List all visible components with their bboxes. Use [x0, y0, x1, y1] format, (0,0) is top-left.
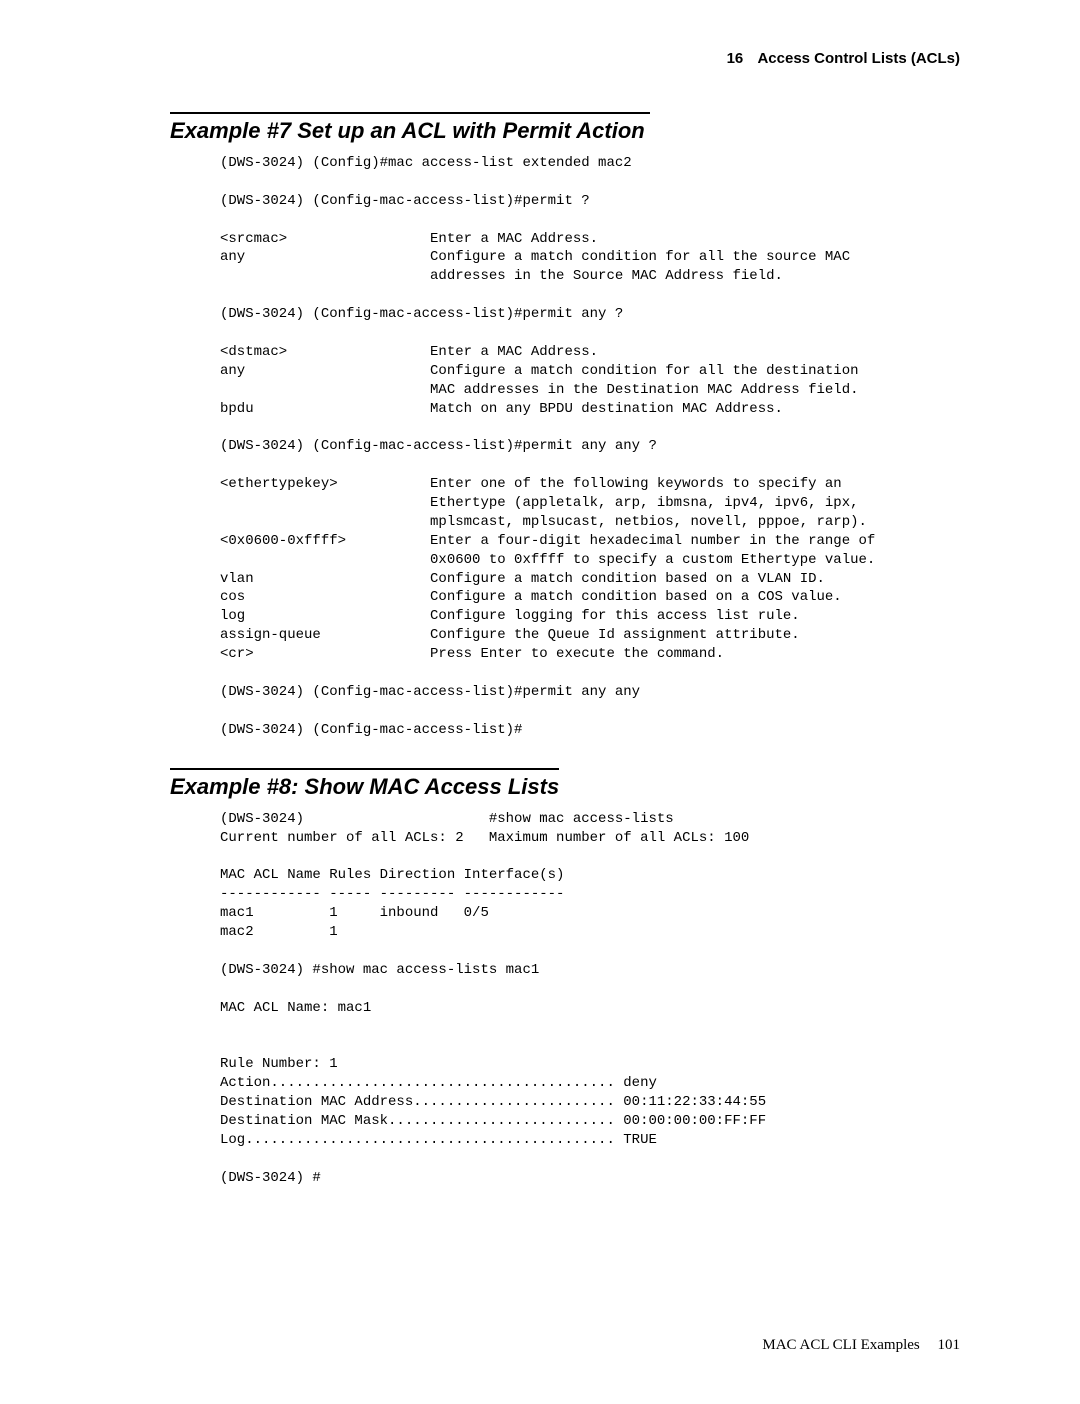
section-7-title: Example #7 Set up an ACL with Permit Act…: [170, 112, 650, 144]
page-footer: MAC ACL CLI Examples 101: [170, 1337, 960, 1354]
section-8-title: Example #8: Show MAC Access Lists: [170, 768, 559, 800]
chapter-number: 16: [727, 50, 744, 67]
section-8-cli-output: (DWS-3024) #show mac access-lists Curren…: [170, 810, 960, 1188]
chapter-title: Access Control Lists (ACLs): [757, 50, 960, 67]
page-body: 16 Access Control Lists (ACLs) Example #…: [0, 0, 1080, 1404]
section-7-cli-output: (DWS-3024) (Config)#mac access-list exte…: [170, 154, 960, 740]
running-header: 16 Access Control Lists (ACLs): [170, 50, 960, 67]
page-number: 101: [938, 1337, 961, 1353]
footer-label: MAC ACL CLI Examples: [762, 1337, 919, 1353]
